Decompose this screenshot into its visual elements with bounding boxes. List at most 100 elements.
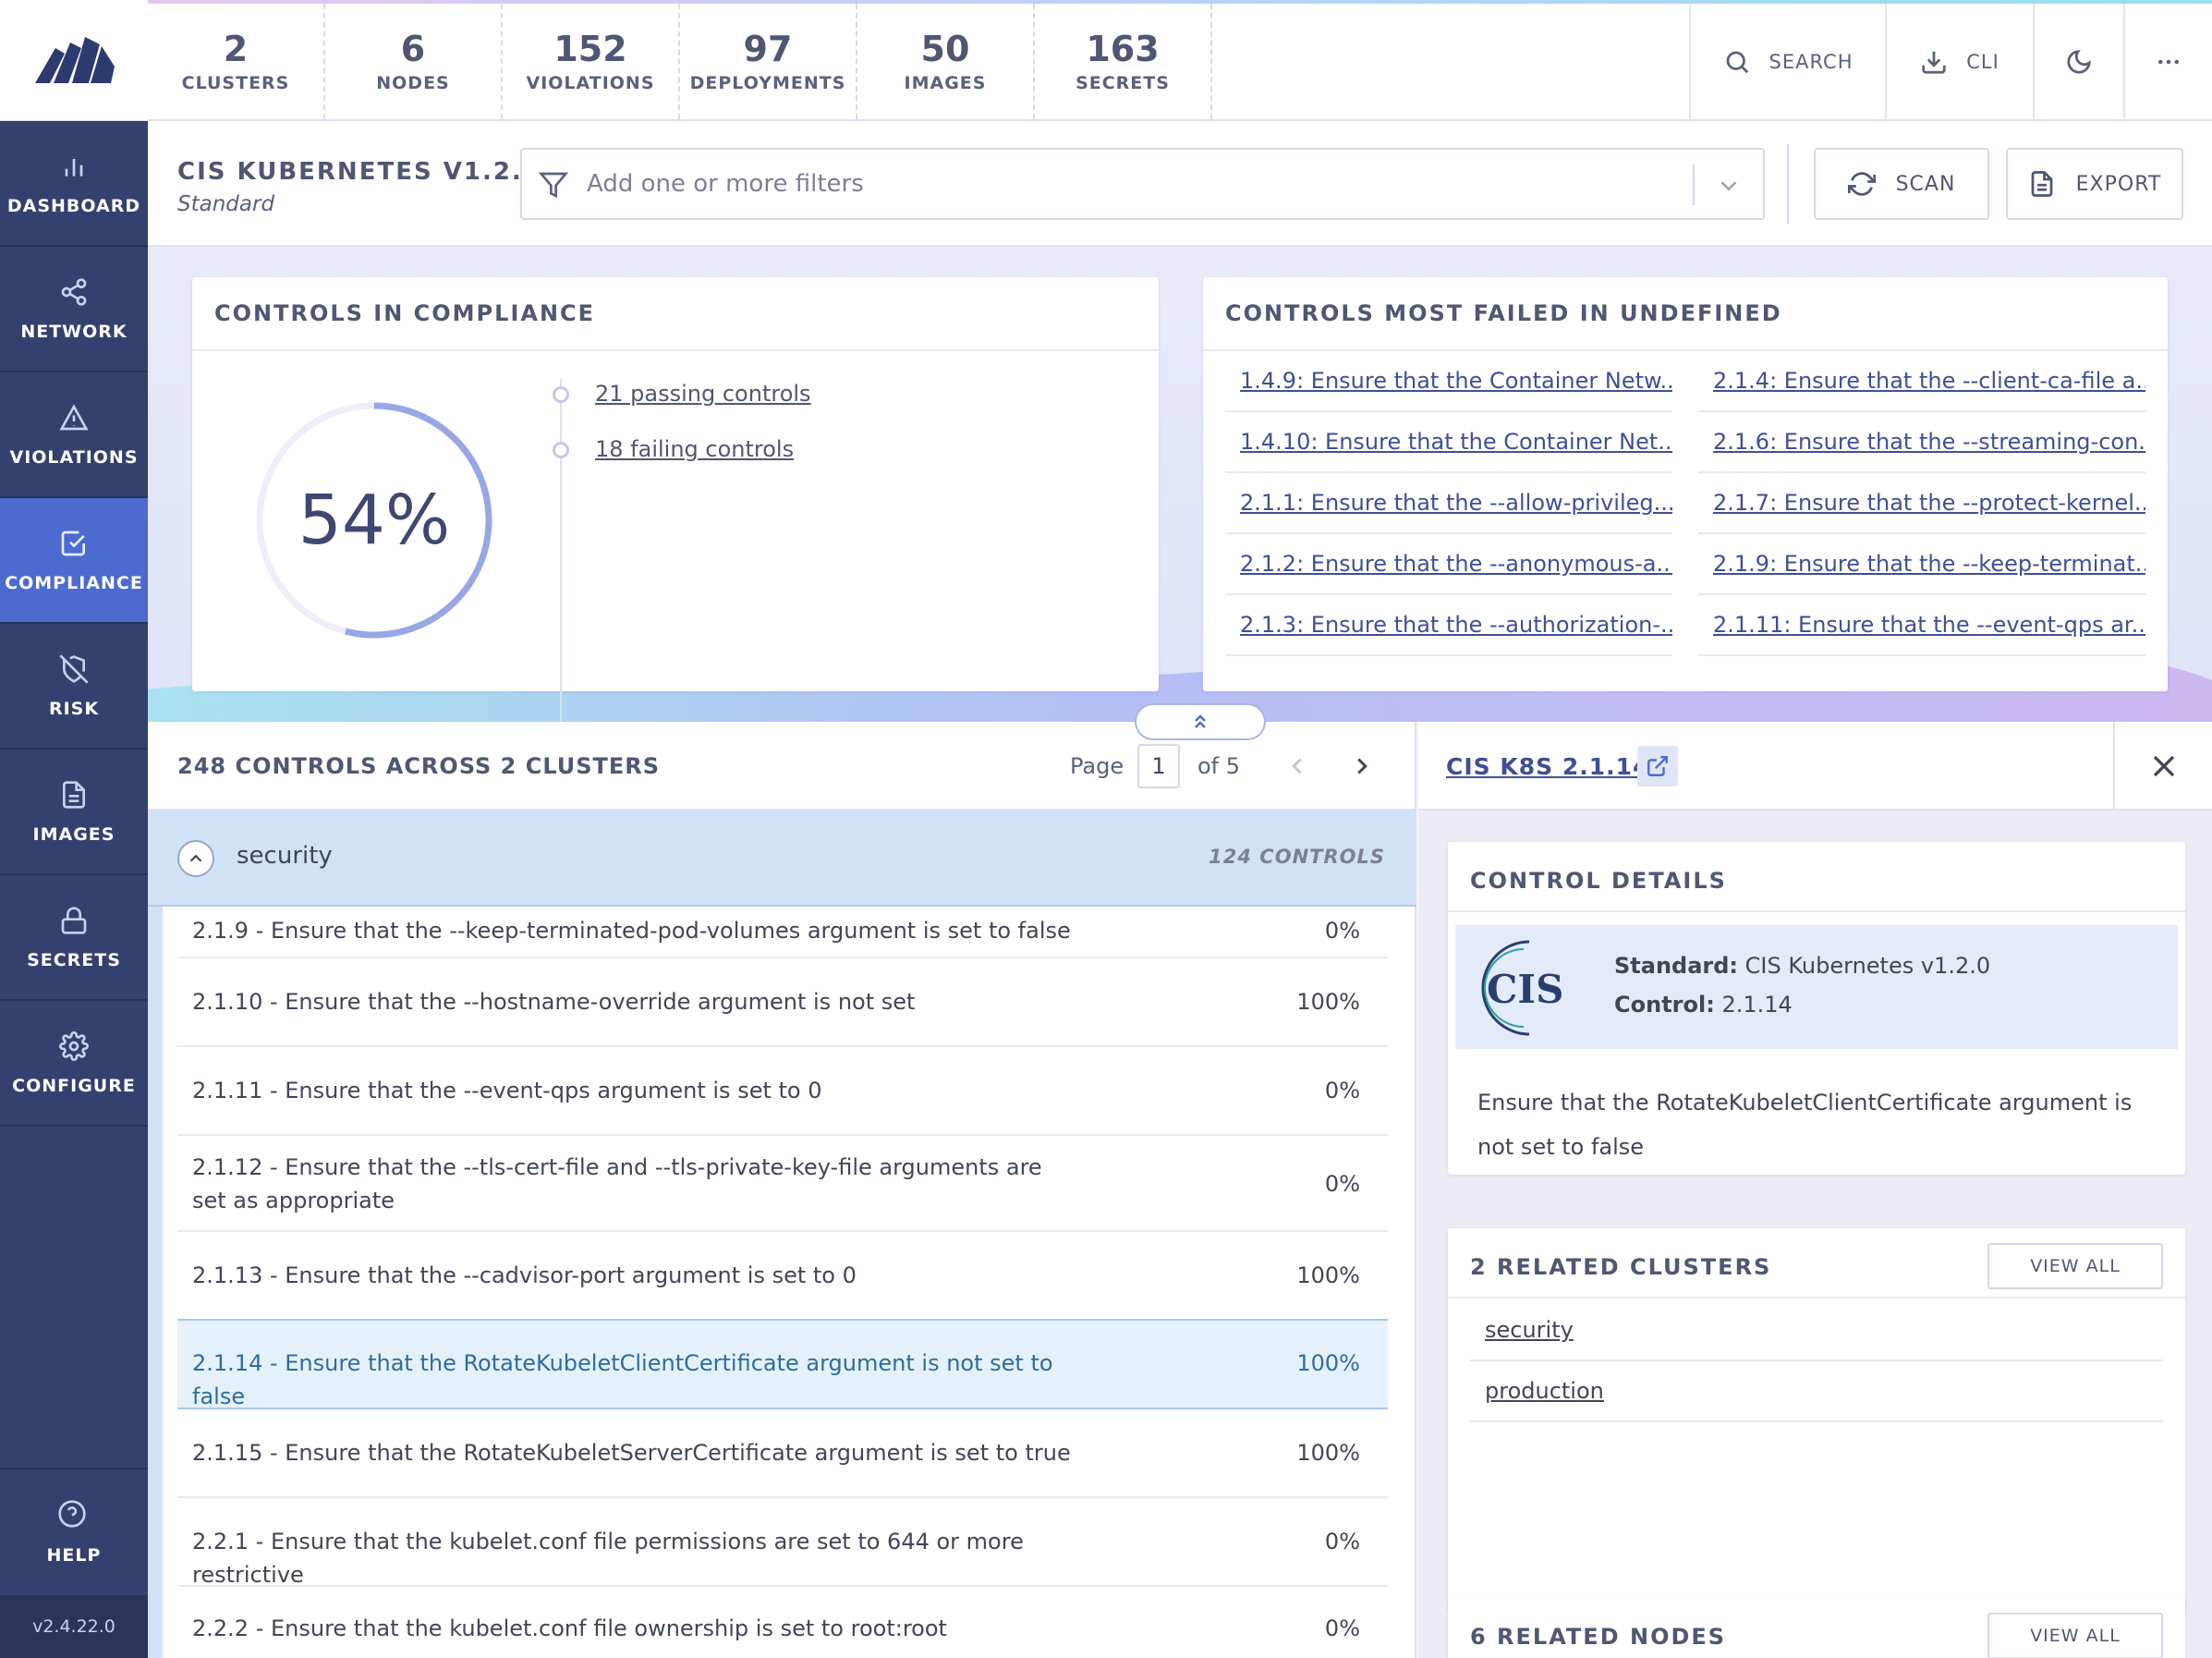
control-row[interactable]: 2.1.10 - Ensure that the --hostname-over…: [177, 958, 1388, 1047]
control-value: 2.1.14: [1721, 992, 1793, 1018]
compliance-percent: 54%: [298, 481, 451, 560]
control-percent: 0%: [1324, 1171, 1360, 1197]
page-header: CIS KUBERNETES V1.2.0 Standard Add one o…: [148, 121, 2212, 247]
prev-page-button[interactable]: [1277, 746, 1318, 786]
nav-images[interactable]: IMAGES: [0, 750, 148, 875]
nav-label: SECRETS: [27, 950, 121, 970]
check-square-icon: [57, 527, 91, 560]
detail-title-link[interactable]: CIS K8S 2.1.14: [1446, 753, 1649, 780]
close-icon: [2153, 755, 2174, 777]
nav-configure[interactable]: CONFIGURE: [0, 1001, 148, 1127]
stat-value: 163: [1086, 28, 1160, 69]
page-total: of 5: [1197, 753, 1241, 779]
collapse-summary-button[interactable]: [1135, 703, 1266, 740]
stat-value: 97: [743, 28, 793, 69]
passing-controls-link[interactable]: 21 passing controls: [595, 381, 811, 407]
stat-violations[interactable]: 152 VIOLATIONS: [503, 4, 680, 119]
top-bar: 2 CLUSTERS 6 NODES 152 VIOLATIONS 97 DEP…: [148, 0, 2212, 121]
export-label: EXPORT: [2075, 172, 2162, 196]
nav-risk[interactable]: RISK: [0, 624, 148, 750]
group-header[interactable]: security 124 CONTROLS: [148, 811, 1416, 907]
failed-control-link[interactable]: 2.1.6: Ensure that the --streaming-con..…: [1698, 412, 2145, 473]
refresh-icon: [1847, 172, 1876, 196]
group-stripe: [148, 907, 163, 1658]
view-all-clusters-button[interactable]: VIEW ALL: [1987, 1243, 2163, 1289]
cis-logo-icon: CIS: [1481, 940, 1563, 1036]
export-button[interactable]: EXPORT: [2006, 148, 2183, 220]
standard-value: CIS Kubernetes v1.2.0: [1744, 953, 1991, 979]
nav-help[interactable]: HELP: [0, 1468, 148, 1595]
nav-compliance[interactable]: COMPLIANCE: [0, 498, 148, 624]
control-row-selected[interactable]: 2.1.14 - Ensure that the RotateKubeletCl…: [177, 1319, 1388, 1409]
moon-icon: [2067, 49, 2091, 74]
control-row[interactable]: 2.1.15 - Ensure that the RotateKubeletSe…: [177, 1409, 1388, 1498]
nav-label: COMPLIANCE: [5, 573, 143, 593]
file-text-icon: [2031, 171, 2053, 197]
failed-control-link[interactable]: 2.1.7: Ensure that the --protect-kernel.…: [1698, 473, 2145, 534]
cluster-link[interactable]: production: [1470, 1361, 2163, 1422]
control-percent: 0%: [1324, 1078, 1360, 1103]
theme-toggle-button[interactable]: [2033, 4, 2123, 119]
external-link-button[interactable]: [1637, 746, 1678, 786]
filter-input[interactable]: Add one or more filters: [520, 148, 1765, 220]
left-nav: DASHBOARD NETWORK VIOLATIONS COMPLIANCE …: [0, 0, 148, 1658]
control-row[interactable]: 2.1.11 - Ensure that the --event-qps arg…: [177, 1047, 1388, 1136]
control-text: 2.1.13 - Ensure that the --cadvisor-port…: [192, 1262, 857, 1288]
stat-secrets[interactable]: 163 SECRETS: [1035, 4, 1212, 119]
chevron-down-icon[interactable]: [1715, 172, 1743, 200]
failed-control-link[interactable]: 2.1.4: Ensure that the --client-ca-file …: [1698, 351, 2145, 412]
control-text: 2.1.14 - Ensure that the RotateKubeletCl…: [192, 1350, 1053, 1409]
filter-divider: [1693, 165, 1695, 205]
next-page-button[interactable]: [1342, 746, 1382, 786]
stat-deployments[interactable]: 97 DEPLOYMENTS: [680, 4, 857, 119]
page-number-input[interactable]: [1137, 744, 1180, 788]
timeline-dot: [553, 442, 569, 458]
cis-info-box: CIS Standard: CIS Kubernetes v1.2.0 Cont…: [1455, 925, 2178, 1049]
app-logo[interactable]: [0, 0, 148, 121]
failed-control-link[interactable]: 1.4.10: Ensure that the Container Net...: [1225, 412, 1672, 473]
more-menu-button[interactable]: [2123, 4, 2212, 119]
control-row[interactable]: 2.1.13 - Ensure that the --cadvisor-port…: [177, 1232, 1388, 1321]
file-icon: [57, 778, 91, 811]
failed-control-link[interactable]: 2.1.2: Ensure that the --anonymous-a...: [1225, 534, 1672, 595]
search-button[interactable]: SEARCH: [1689, 4, 1885, 119]
failed-control-link[interactable]: 1.4.9: Ensure that the Container Netw...: [1225, 351, 1672, 412]
cluster-link[interactable]: security: [1470, 1300, 2163, 1361]
chevron-up-icon: [189, 854, 202, 862]
failed-control-link[interactable]: 2.1.9: Ensure that the --keep-terminat..…: [1698, 534, 2145, 595]
cli-button[interactable]: CLI: [1885, 4, 2033, 119]
close-button[interactable]: [2113, 722, 2212, 811]
nav-label: NETWORK: [20, 322, 128, 342]
control-text: 2.1.15 - Ensure that the RotateKubeletSe…: [192, 1440, 1071, 1466]
nav-dashboard[interactable]: DASHBOARD: [0, 121, 148, 247]
failed-control-link[interactable]: 2.1.11: Ensure that the --event-qps ar..…: [1698, 595, 2145, 656]
control-detail-panel: CIS K8S 2.1.14 CONTROL DETAILS CIS Stand…: [1418, 722, 2212, 1658]
filter-placeholder: Add one or more filters: [587, 170, 864, 198]
stat-images[interactable]: 50 IMAGES: [857, 4, 1035, 119]
failing-controls-link[interactable]: 18 failing controls: [595, 436, 794, 462]
help-label: HELP: [46, 1545, 102, 1566]
nav-label: VIOLATIONS: [9, 447, 139, 468]
control-text: 2.2.1 - Ensure that the kubelet.conf fil…: [192, 1529, 1024, 1588]
control-row[interactable]: 2.2.1 - Ensure that the kubelet.conf fil…: [177, 1498, 1388, 1588]
scan-button[interactable]: SCAN: [1814, 148, 1989, 220]
failed-control-link[interactable]: 2.1.3: Ensure that the --authorization-.…: [1225, 595, 1672, 656]
control-row[interactable]: 2.1.9 - Ensure that the --keep-terminate…: [177, 907, 1388, 958]
stat-label: SECRETS: [1076, 73, 1170, 94]
group-collapse-button[interactable]: [177, 840, 214, 877]
nav-label: IMAGES: [32, 824, 115, 845]
control-row[interactable]: 2.2.2 - Ensure that the kubelet.conf fil…: [177, 1587, 1388, 1658]
control-percent: 0%: [1324, 1529, 1360, 1554]
nav-network[interactable]: NETWORK: [0, 247, 148, 372]
compliance-card-title: CONTROLS IN COMPLIANCE: [192, 277, 1159, 351]
stat-clusters[interactable]: 2 CLUSTERS: [148, 4, 325, 119]
stat-nodes[interactable]: 6 NODES: [325, 4, 503, 119]
nav-label: DASHBOARD: [6, 196, 141, 216]
control-percent: 100%: [1296, 989, 1360, 1015]
failed-control-link[interactable]: 2.1.1: Ensure that the --allow-privileg.…: [1225, 473, 1672, 534]
control-row[interactable]: 2.1.12 - Ensure that the --tls-cert-file…: [177, 1136, 1388, 1232]
view-all-nodes-button[interactable]: VIEW ALL: [1987, 1613, 2163, 1658]
nav-secrets[interactable]: SECRETS: [0, 875, 148, 1001]
stat-value: 6: [400, 28, 426, 69]
nav-violations[interactable]: VIOLATIONS: [0, 372, 148, 498]
